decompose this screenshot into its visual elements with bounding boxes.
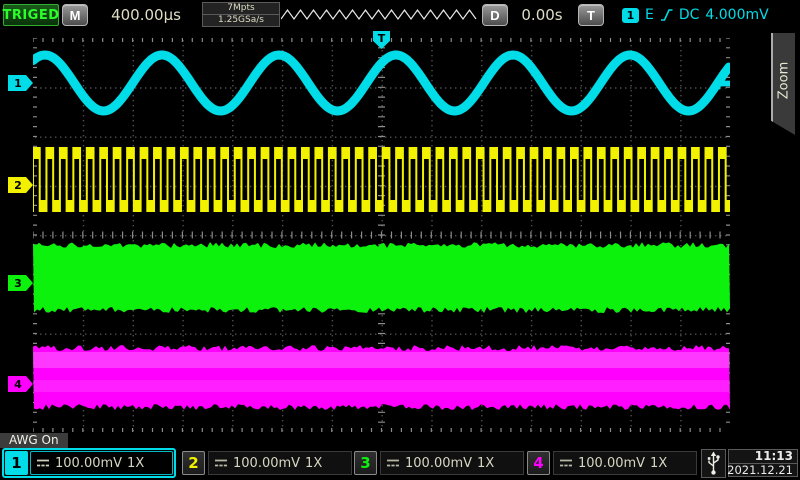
channel-4-position-marker[interactable]: 4 — [8, 376, 33, 392]
clock-date: 2021.12.21 — [728, 463, 798, 478]
dc-coupling-icon — [36, 458, 50, 468]
oscilloscope-screen: TRIGED M 400.00μs 7Mpts 1.25GSa/s D 0.00… — [0, 0, 800, 480]
trigger-position-readout: 0.00s — [512, 6, 572, 24]
trigger-level-readout: 4.000mV — [705, 7, 768, 23]
trigger-info: 1 E DC 4.000mV — [622, 4, 769, 26]
trigger-source-badge: 1 — [622, 8, 639, 23]
usb-status-box — [701, 449, 726, 478]
dc-coupling-icon — [559, 458, 573, 468]
channel-2-badge: 2 — [182, 451, 205, 475]
channel-4-settings[interactable]: 4 100.00mV 1X — [527, 448, 697, 478]
channel-1-scale: 100.00mV — [55, 456, 122, 471]
delay-menu-button[interactable]: D — [482, 4, 508, 26]
channel-1-position-marker[interactable]: 1 — [8, 75, 33, 91]
dc-coupling-icon — [214, 458, 228, 468]
timebase-preview-waveform — [281, 7, 477, 23]
channel-1-badge: 1 — [5, 451, 28, 475]
zoom-tab[interactable]: Zoom — [771, 33, 795, 135]
channel-3-badge: 3 — [354, 451, 377, 475]
horizontal-menu-button[interactable]: M — [62, 4, 88, 26]
trigger-status-badge: TRIGED — [3, 4, 59, 26]
rising-edge-icon — [660, 8, 673, 22]
channel-2-scale: 100.00mV — [233, 456, 300, 471]
clock-time: 11:13 — [728, 449, 798, 464]
bottom-status-bar: 1 100.00mV 1X 2 100.00mV 1X 3 — [0, 448, 800, 480]
channel-2-probe: 1X — [305, 456, 322, 471]
channel-3-probe: 1X — [477, 456, 494, 471]
channel-4-badge: 4 — [527, 451, 550, 475]
top-status-bar: TRIGED M 400.00μs 7Mpts 1.25GSa/s D 0.00… — [0, 0, 800, 30]
trigger-type-label: E — [645, 7, 654, 23]
awg-status: AWG On — [0, 433, 68, 448]
channel-2-settings[interactable]: 2 100.00mV 1X — [182, 448, 352, 478]
channel-3-settings[interactable]: 3 100.00mV 1X — [354, 448, 524, 478]
dc-coupling-icon — [386, 458, 400, 468]
acquisition-info-box: 7Mpts 1.25GSa/s — [202, 2, 280, 28]
timebase-readout: 400.00μs — [92, 6, 200, 24]
usb-icon — [706, 451, 721, 476]
channel-3-position-marker[interactable]: 3 — [8, 275, 33, 291]
trigger-coupling-label: DC — [679, 7, 700, 23]
channel-2-position-marker[interactable]: 2 — [8, 177, 33, 193]
channel-4-probe: 1X — [650, 456, 667, 471]
channel-1-probe: 1X — [127, 456, 144, 471]
sample-rate-readout: 1.25GSa/s — [202, 14, 280, 27]
channel-1-settings[interactable]: 1 100.00mV 1X — [2, 448, 176, 478]
clock-box: 11:13 2021.12.21 — [728, 449, 798, 478]
channel-3-scale: 100.00mV — [405, 456, 472, 471]
zoom-tab-label: Zoom — [777, 56, 792, 106]
waveform-display — [33, 38, 730, 432]
trigger-menu-button[interactable]: T — [578, 4, 604, 26]
channel-4-scale: 100.00mV — [578, 456, 645, 471]
